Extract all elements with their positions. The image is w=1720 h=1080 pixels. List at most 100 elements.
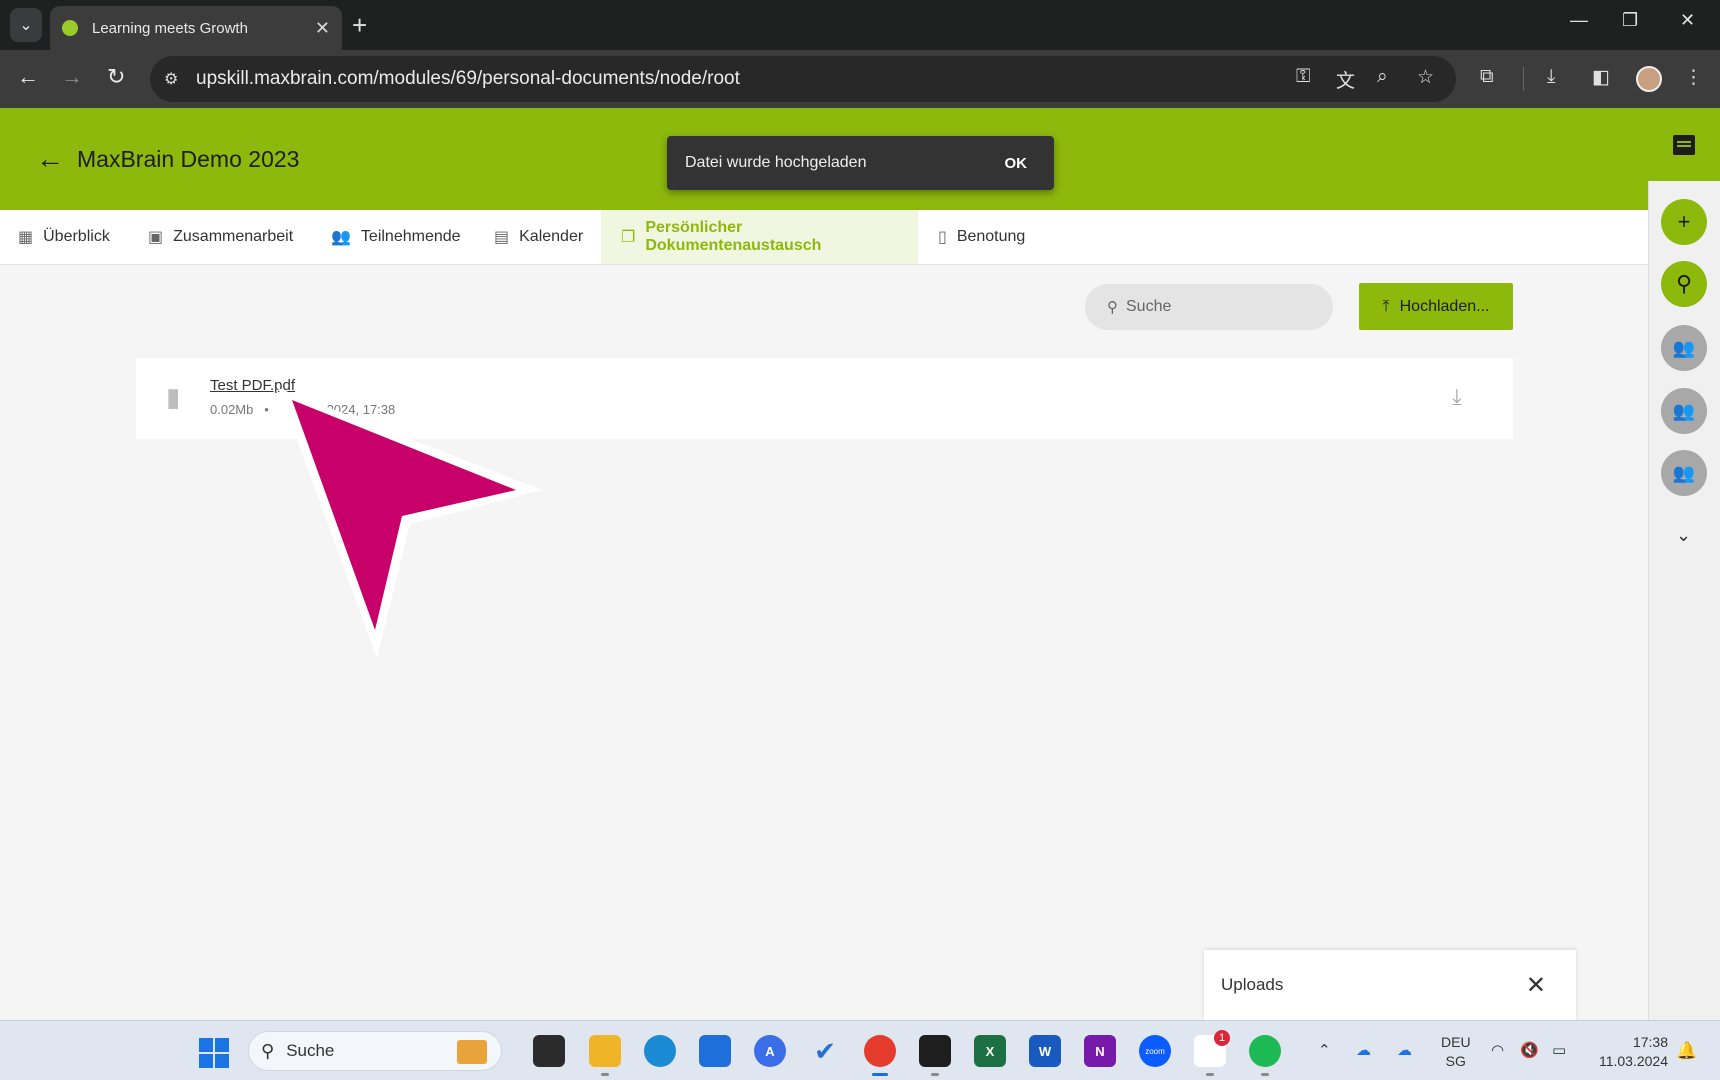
edge-icon[interactable] xyxy=(644,1035,676,1067)
site-info-icon[interactable]: ⚙ xyxy=(164,69,178,89)
site-favicon-icon xyxy=(62,20,78,36)
documents-icon: ❐ xyxy=(621,229,636,246)
document-search-input[interactable]: ⚲ Suche xyxy=(1085,284,1333,330)
back-arrow-icon[interactable]: ← xyxy=(36,145,64,173)
restore-icon[interactable]: ❐ xyxy=(1622,10,1638,31)
task-view-icon[interactable] xyxy=(533,1035,565,1067)
group-icon[interactable]: 👥 xyxy=(1661,325,1707,371)
chevron-down-icon[interactable]: ⌄ xyxy=(1676,525,1691,546)
new-tab-icon[interactable]: + xyxy=(352,10,367,40)
search-placeholder: Suche xyxy=(1126,298,1172,315)
briefcase-icon xyxy=(457,1040,487,1064)
reload-icon[interactable]: ↻ xyxy=(107,64,125,90)
speaker-muted-icon[interactable]: 🔇 xyxy=(1520,1041,1539,1059)
dashboard-icon: ▦ xyxy=(18,229,34,246)
address-bar[interactable]: ⚙ upskill.maxbrain.com/modules/69/person… xyxy=(150,56,1456,102)
tab-calendar[interactable]: ▤ Kalender xyxy=(494,210,583,264)
group-icon[interactable]: 👥 xyxy=(1661,450,1707,496)
chat-icon xyxy=(1673,134,1695,155)
excel-icon[interactable]: X xyxy=(974,1035,1006,1067)
browser-menu-icon[interactable]: ⋮ xyxy=(1684,66,1703,89)
taskbar-search-placeholder: Suche xyxy=(286,1041,335,1060)
system-clock[interactable]: 17:38 11.03.2024 xyxy=(1592,1033,1668,1071)
active-indicator xyxy=(872,1073,888,1076)
clock-time: 17:38 xyxy=(1632,1034,1668,1050)
bookmark-star-icon[interactable]: ☆ xyxy=(1417,66,1434,89)
todo-check-icon[interactable]: ✔ xyxy=(809,1035,841,1067)
sidebar-search-icon[interactable]: ⚲ xyxy=(1661,261,1707,307)
taskbar-search-input[interactable]: ⚲ Suche xyxy=(248,1031,502,1071)
zoom-app-icon[interactable]: zoom xyxy=(1139,1035,1171,1067)
tab-search-dropdown-icon[interactable]: ⌄ xyxy=(10,8,42,42)
windows-taskbar: ⚲ Suche A ✔ X W N zoom 1 ⌃ ☁ ☁ DEU SG ◠ … xyxy=(0,1020,1720,1080)
file-explorer-icon[interactable] xyxy=(589,1035,621,1067)
chat-button[interactable] xyxy=(1648,108,1720,181)
windows-start-icon[interactable] xyxy=(199,1038,229,1068)
minimize-icon[interactable]: — xyxy=(1570,10,1588,31)
upload-button[interactable]: ⤒ Hochladen... xyxy=(1359,283,1513,330)
side-panel-icon[interactable]: ◧ xyxy=(1592,66,1610,89)
zoom-app-label: zoom xyxy=(1145,1046,1165,1056)
wifi-icon[interactable]: ◠ xyxy=(1491,1041,1504,1059)
clock-date: 11.03.2024 xyxy=(1598,1053,1668,1069)
word-icon[interactable]: W xyxy=(1029,1035,1061,1067)
extensions-icon[interactable]: ⧉ xyxy=(1480,66,1494,88)
group-icon[interactable]: 👥 xyxy=(1661,388,1707,434)
battery-icon[interactable]: ▭ xyxy=(1552,1041,1566,1059)
calendar-icon: ▤ xyxy=(494,229,510,246)
window-close-icon[interactable]: ✕ xyxy=(1680,10,1695,31)
tray-overflow-icon[interactable]: ⌃ xyxy=(1318,1041,1331,1059)
language-indicator[interactable]: DEU SG xyxy=(1441,1033,1471,1071)
grading-icon: ▯ xyxy=(938,229,947,246)
tab-close-icon[interactable]: ✕ xyxy=(315,18,330,39)
running-indicator xyxy=(931,1073,939,1076)
chrome-icon[interactable] xyxy=(864,1035,896,1067)
people-icon: 👥 xyxy=(331,229,351,246)
uploads-panel: Uploads ✕ xyxy=(1204,950,1576,1020)
downloads-icon[interactable]: ⤓ xyxy=(1547,66,1555,88)
tab-title: Learning meets Growth xyxy=(92,19,248,37)
course-title: MaxBrain Demo 2023 xyxy=(77,146,300,172)
app-a-icon[interactable]: A xyxy=(754,1035,786,1067)
add-button[interactable]: + xyxy=(1661,199,1707,245)
tab-label: Überblick xyxy=(43,228,110,245)
onedrive-icon[interactable]: ☁ xyxy=(1397,1041,1412,1059)
running-indicator xyxy=(601,1073,609,1076)
folder-shared-icon: ▣ xyxy=(148,229,164,246)
snackbar-ok-button[interactable]: OK xyxy=(1005,155,1028,172)
spotify-icon[interactable] xyxy=(1249,1035,1281,1067)
onenote-icon[interactable]: N xyxy=(1084,1035,1116,1067)
running-indicator xyxy=(1261,1073,1269,1076)
tab-collaboration[interactable]: ▣ Zusammenarbeit xyxy=(148,210,293,264)
snackbar-message: Datei wurde hochgeladen xyxy=(685,154,867,171)
browser-tab[interactable]: Learning meets Growth ✕ xyxy=(50,6,342,50)
store-icon[interactable] xyxy=(699,1035,731,1067)
tab-personal-documents[interactable]: ❐ Persönlicher Dokumentenaustausch xyxy=(601,210,918,264)
onedrive-icon[interactable]: ☁ xyxy=(1356,1041,1371,1059)
file-size: 0.02Mb xyxy=(210,402,254,417)
tab-label: Zusammenarbeit xyxy=(173,228,294,245)
search-icon: ⚲ xyxy=(261,1040,275,1061)
close-icon[interactable]: ✕ xyxy=(1526,971,1546,1000)
tab-label: Teilnehmende xyxy=(360,228,461,245)
tab-label: Kalender xyxy=(519,228,584,245)
toolbar-divider xyxy=(1523,67,1524,91)
translate-icon[interactable]: 文 xyxy=(1336,66,1355,93)
figma-icon[interactable] xyxy=(919,1035,951,1067)
keyboard-layout: SG xyxy=(1445,1053,1466,1069)
tab-grading[interactable]: ▯ Benotung xyxy=(938,210,1025,264)
browser-tab-bar: ⌄ Learning meets Growth ✕ + — ❐ ✕ xyxy=(0,0,1720,50)
running-indicator xyxy=(1206,1073,1214,1076)
search-icon: ⚲ xyxy=(1107,299,1118,316)
cursor-annotation-arrow xyxy=(278,388,542,658)
back-icon[interactable]: ← xyxy=(17,64,39,90)
forward-icon[interactable]: → xyxy=(61,64,83,90)
password-key-icon[interactable]: ⚿ xyxy=(1296,66,1310,88)
profile-avatar[interactable] xyxy=(1636,66,1662,92)
address-url: upskill.maxbrain.com/modules/69/personal… xyxy=(196,68,740,89)
notification-bell-icon[interactable]: 🔔 xyxy=(1676,1041,1697,1061)
zoom-icon[interactable]: ⌕ xyxy=(1377,66,1388,88)
tab-participants[interactable]: 👥 Teilnehmende xyxy=(331,210,461,264)
download-icon[interactable]: ⤓ xyxy=(1452,384,1462,410)
tab-overview[interactable]: ▦ Überblick xyxy=(18,210,120,264)
